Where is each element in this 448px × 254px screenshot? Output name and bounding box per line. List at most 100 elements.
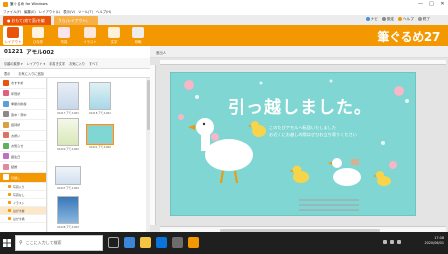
category-icon [3, 163, 9, 170]
template-thumbnail[interactable]: 01220 アモル002 [54, 118, 82, 151]
ime-icon[interactable] [397, 240, 401, 244]
subcategory-item[interactable]: イラスト [0, 199, 46, 207]
category-item[interactable]: お祝い [0, 131, 46, 141]
ribbon-photo-button[interactable]: 写真 [54, 26, 74, 45]
menu-help[interactable]: ヘルプ(H) [96, 9, 111, 14]
filter-toolbar: 引越の挨拶 ▾ レイアウト ▾ 手書き文字 お気に入り すべて [0, 58, 150, 69]
template-thumbnail[interactable]: 01228 アモル003 [54, 196, 82, 229]
ribbon-toolbar: レイアウト ひな形 写真 イラスト 文字 印刷 筆ぐるめ27 [0, 25, 448, 46]
network-icon[interactable] [383, 240, 387, 244]
brand-logo: 筆ぐるめ27 [377, 30, 440, 44]
favorites-filter[interactable]: お気に入り [69, 61, 85, 66]
ribbon-illust-button[interactable]: イラスト [80, 26, 100, 45]
thumbnail-image [57, 196, 79, 224]
ribbon-text-button[interactable]: 文字 [104, 26, 124, 45]
address-placeholder[interactable] [299, 204, 359, 206]
thumbnail-image [89, 82, 111, 110]
vertical-ruler [150, 65, 156, 225]
postcard-canvas[interactable]: 引っ越しました。 このたびアモルへ転居いたしました お近くにお越しの際はぜひお立… [170, 72, 416, 216]
minimize-button[interactable]: — [415, 0, 426, 8]
canvas-header: 差出人 [150, 46, 448, 58]
category-icon [3, 100, 9, 107]
category-item[interactable]: お知らせ [0, 141, 46, 152]
top-links: ナビ 設定 ヘルプ 終了 [365, 17, 430, 22]
taskbar-search-box[interactable]: ⚲ ここに入力して検索 [15, 235, 103, 251]
system-clock[interactable]: 17:08 2020/06/01 [424, 236, 444, 246]
edge-icon[interactable] [124, 237, 135, 248]
menu-file[interactable]: ファイル(F) [3, 9, 21, 14]
canvas-caption: 差出人 [156, 51, 167, 55]
card-message-line[interactable]: お近くにお越しの際はぜひお立ち寄りください [269, 132, 357, 138]
card-headline[interactable]: 引っ越しました。 [228, 93, 372, 118]
category-item[interactable]: 喪中・寒中 [0, 110, 46, 120]
tab-front-side[interactable]: ● おもて(宛て面)を編集 [3, 16, 51, 32]
maximize-button[interactable]: □ [426, 0, 437, 8]
category-item[interactable]: 年賀状 [0, 89, 46, 99]
clock-date: 2020/06/01 [424, 241, 444, 245]
help-link[interactable]: ヘルプ [398, 17, 414, 22]
app-icon [3, 1, 8, 7]
thumbnail-image [57, 82, 79, 110]
address-placeholder[interactable] [299, 209, 359, 211]
window-title: 筆ぐるめ for Windows [10, 1, 48, 6]
menu-bar: ファイル(F) 編集(E) レイアウト(L) 表示(V) ツール(T) ヘルプ(… [0, 8, 448, 15]
category-item-moving[interactable]: 引越し [0, 172, 46, 183]
windows-start-icon[interactable] [3, 239, 11, 247]
fudegurume-app-icon[interactable] [188, 237, 199, 248]
handwriting-toggle[interactable]: 手書き文字 [49, 61, 65, 66]
category-item[interactable]: 結婚 [0, 162, 46, 173]
volume-icon[interactable] [390, 240, 394, 244]
folder-icon[interactable] [140, 237, 151, 248]
template-icon [32, 27, 44, 38]
navi-link[interactable]: ナビ [365, 17, 378, 22]
subcategory-item[interactable]: 写真なし [0, 191, 46, 199]
menu-layout[interactable]: レイアウト(L) [39, 9, 61, 14]
category-item[interactable]: おすすめ [0, 78, 46, 89]
close-button[interactable]: ✕ [437, 0, 448, 8]
ribbon-label: 文字 [110, 40, 118, 44]
ribbon-template-button[interactable]: ひな形 [28, 26, 48, 45]
view-button[interactable]: 表示 [4, 71, 10, 76]
thumbnail-image [57, 118, 79, 146]
card-message-line[interactable]: このたびアモルへ転居いたしました [269, 125, 336, 131]
search-placeholder: ここに入力して検索 [25, 240, 62, 245]
layout-dropdown[interactable]: レイアウト ▾ [27, 61, 46, 66]
duckling-illustration [289, 165, 309, 183]
template-thumbnail[interactable]: 01227 アモル003 [54, 166, 82, 190]
thumbnail-image [86, 124, 114, 145]
task-view-icon[interactable] [108, 237, 119, 248]
template-thumbnail-selected[interactable]: 01221 アモル002 [86, 124, 114, 149]
tab-back-layout[interactable]: うら(レイアウト) [54, 16, 98, 25]
category-item[interactable]: 招待状 [0, 120, 46, 131]
template-thumbnail[interactable]: 01217 アモル001 [54, 82, 82, 115]
subcategory-item[interactable]: はがき横 [0, 215, 46, 223]
menu-view[interactable]: 表示(V) [63, 9, 75, 14]
subcategory-item-selected[interactable]: はがき縦 [0, 207, 46, 215]
menu-tools[interactable]: ツール(T) [78, 9, 93, 14]
thumbnail-image [55, 166, 81, 185]
exit-link[interactable]: 終了 [417, 17, 430, 22]
address-placeholder[interactable] [299, 199, 359, 201]
category-icon [3, 132, 9, 139]
category-icon [3, 121, 9, 128]
category-item[interactable]: 季節の挨拶 [0, 99, 46, 110]
category-item[interactable]: 誕生日 [0, 152, 46, 162]
store-icon[interactable] [156, 237, 167, 248]
ribbon-layout-button[interactable]: レイアウト [3, 26, 23, 45]
category-icon [3, 153, 9, 160]
zoom-control[interactable] [150, 58, 160, 65]
add-favorite-button[interactable]: お気に入りに追加 [18, 71, 44, 76]
settings-link[interactable]: 設定 [381, 17, 394, 22]
subcategory-item[interactable]: 写真入り [0, 183, 46, 191]
ribbon-print-button[interactable]: 印刷 [128, 26, 148, 45]
layout-name: アモル002 [26, 50, 55, 56]
help-icon [398, 17, 403, 21]
layout-number: 01221 [4, 49, 24, 55]
template-thumbnail[interactable]: 01218 アモル001 [86, 82, 114, 115]
template-thumbnails: 01217 アモル001 01218 アモル001 01220 アモル002 0… [48, 78, 148, 232]
duck-illustration [188, 118, 253, 184]
mail-icon[interactable] [172, 237, 183, 248]
all-filter[interactable]: すべて [89, 61, 98, 66]
menu-edit[interactable]: 編集(E) [24, 9, 36, 14]
category-dropdown[interactable]: 引越の挨拶 ▾ [4, 61, 23, 66]
